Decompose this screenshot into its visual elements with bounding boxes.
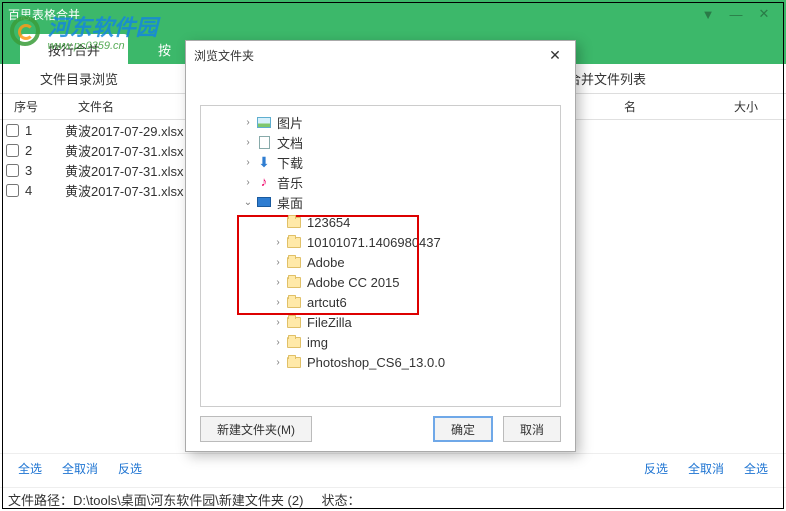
desktop-icon [257,197,271,207]
tree-item[interactable]: › 文档 [201,132,560,152]
path-value: D:\tools\桌面\河东软件园\新建文件夹 (2) [73,490,303,509]
tree-item[interactable]: › Adobe CC 2015 [201,272,560,292]
dialog-buttons: 新建文件夹(M) 确定 取消 [186,407,575,451]
expand-arrow-icon[interactable]: › [271,337,285,348]
dialog-titlebar: 浏览文件夹 ✕ [186,41,575,69]
tree-item[interactable]: › ♪ 音乐 [201,172,560,192]
deselect-all-left[interactable]: 全取消 [62,460,98,477]
tree-item[interactable]: › Adobe [201,252,560,272]
row-seq: 4 [25,183,65,198]
col-name2: 名 [616,98,726,115]
invert-left[interactable]: 反选 [118,460,142,477]
folder-icon [287,337,301,348]
bottom-toolbar: 全选 全取消 反选 反选 全取消 全选 [0,453,786,483]
ok-button[interactable]: 确定 [433,416,493,442]
col-size: 大小 [726,98,786,115]
tree-item-label: 音乐 [277,173,303,192]
tree-item[interactable]: › FileZilla [201,312,560,332]
dropdown-icon[interactable]: ▼ [694,4,722,24]
new-folder-button[interactable]: 新建文件夹(M) [200,416,312,442]
cancel-button[interactable]: 取消 [503,416,561,442]
expand-arrow-icon[interactable]: › [271,357,285,368]
col-seq: 序号 [6,98,70,115]
tree-item-label: 桌面 [277,193,303,212]
window-titlebar: 百思表格合并 ▼ — ✕ [0,0,786,28]
status-bar: 文件路径： D:\tools\桌面\河东软件园\新建文件夹 (2) 状态： [0,487,786,511]
row-seq: 2 [25,143,65,158]
tree-item[interactable]: › 10101071.1406980437 [201,232,560,252]
tree-item[interactable]: 123654 [201,212,560,232]
select-all-left[interactable]: 全选 [18,460,42,477]
row-checkbox[interactable] [6,164,19,177]
expand-arrow-icon[interactable]: › [271,237,285,248]
expand-arrow-icon[interactable]: › [241,137,255,148]
downloads-icon: ⬇ [258,154,270,171]
row-seq: 3 [25,163,65,178]
row-checkbox[interactable] [6,124,19,137]
folder-icon [287,317,301,328]
status-label: 状态： [321,490,360,509]
expand-arrow-icon[interactable]: › [271,297,285,308]
folder-icon [287,357,301,368]
tree-item[interactable]: ⌄ 桌面 [201,192,560,212]
browse-folder-dialog: 浏览文件夹 ✕ ›图片›文档›⬇下载›♪音乐⌄桌面123654›10101071… [185,40,576,452]
expand-arrow-icon[interactable]: › [241,117,255,128]
expand-arrow-icon[interactable]: › [241,177,255,188]
tree-item[interactable]: › 图片 [201,112,560,132]
tree-item-label: Photoshop_CS6_13.0.0 [307,355,445,370]
tree-item-label: Adobe [307,255,345,270]
folder-icon [287,277,301,288]
row-checkbox[interactable] [6,184,19,197]
window-title: 百思表格合并 [8,6,694,23]
tree-item-label: FileZilla [307,315,352,330]
invert-right[interactable]: 反选 [644,460,668,477]
expand-arrow-icon[interactable]: › [241,157,255,168]
deselect-all-right[interactable]: 全取消 [688,460,724,477]
tree-item-label: Adobe CC 2015 [307,275,400,290]
dialog-spacer [186,69,575,105]
tree-item[interactable]: › Photoshop_CS6_13.0.0 [201,352,560,372]
tree-item[interactable]: ›⬇ 下载 [201,152,560,172]
folder-tree[interactable]: ›图片›文档›⬇下载›♪音乐⌄桌面123654›10101071.1406980… [200,105,561,407]
close-button[interactable]: ✕ [750,4,778,24]
tree-item-label: 图片 [277,113,303,132]
tree-item-label: 下载 [277,153,303,172]
expand-arrow-icon[interactable]: › [271,277,285,288]
folder-icon [287,237,301,248]
folder-icon [287,217,301,228]
dialog-close-button[interactable]: ✕ [543,43,567,67]
tree-item[interactable]: › artcut6 [201,292,560,312]
minimize-button[interactable]: — [722,4,750,24]
row-checkbox[interactable] [6,144,19,157]
tab-merge-by-row[interactable]: 按行合并 [20,34,128,64]
tree-item-label: img [307,335,328,350]
tree-item-label: artcut6 [307,295,347,310]
tree-item-label: 10101071.1406980437 [307,235,441,250]
select-all-right[interactable]: 全选 [744,460,768,477]
documents-icon [259,136,270,149]
tree-item-label: 123654 [307,215,350,230]
folder-icon [287,257,301,268]
music-icon: ♪ [261,174,268,189]
dialog-title: 浏览文件夹 [194,47,543,64]
pictures-icon [257,117,271,128]
expand-arrow-icon[interactable]: › [271,317,285,328]
expand-arrow-icon[interactable]: › [271,257,285,268]
path-label: 文件路径： [8,490,73,509]
expand-arrow-icon[interactable]: ⌄ [241,197,255,208]
row-seq: 1 [25,123,65,138]
tree-item-label: 文档 [277,133,303,152]
folder-icon [287,297,301,308]
tree-item[interactable]: › img [201,332,560,352]
